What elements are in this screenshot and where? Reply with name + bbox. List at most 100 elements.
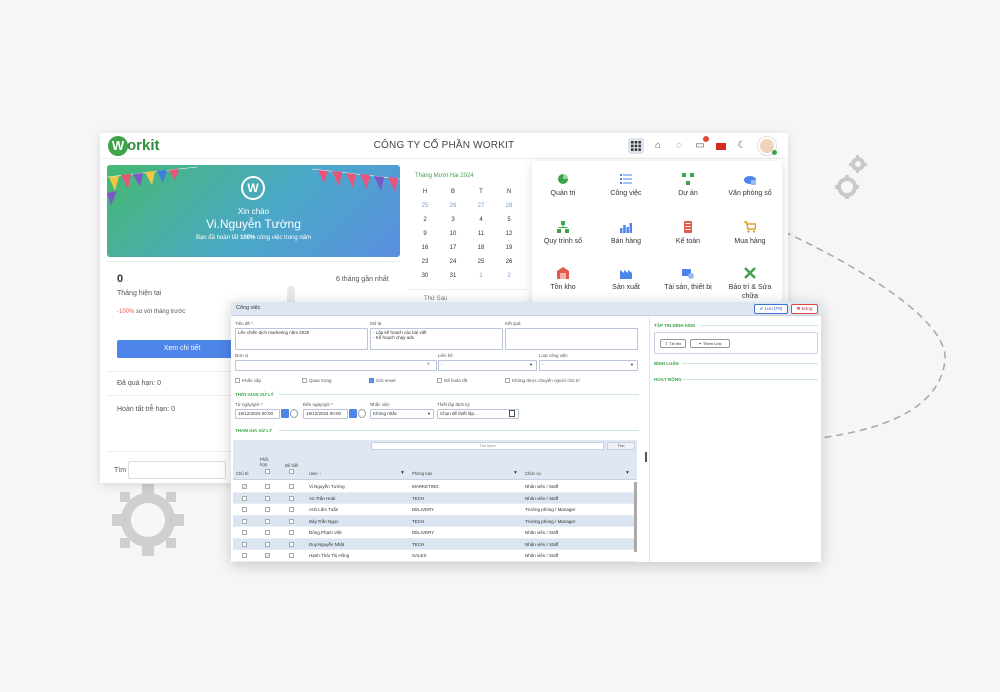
owner-checkbox[interactable]	[242, 530, 247, 535]
avatar[interactable]	[758, 137, 777, 155]
owner-checkbox[interactable]	[242, 495, 247, 501]
owner-checkbox[interactable]	[242, 507, 247, 512]
know-checkbox[interactable]	[289, 507, 294, 512]
coordinate-checkbox[interactable]	[265, 507, 270, 512]
know-checkbox[interactable]	[289, 484, 294, 489]
chat-icon[interactable]: ◌	[672, 139, 686, 153]
table-row[interactable]: ✓ Vi.Nguyễn Tường MARKETING Nhân viên / Sta…	[233, 481, 637, 493]
contact-select[interactable]: -	[438, 360, 537, 371]
clock-icon[interactable]	[290, 409, 298, 418]
add-link-button[interactable]: ⚭ Thêm Link	[690, 339, 730, 348]
urgent-checkbox[interactable]	[235, 378, 240, 383]
table-row[interactable]: An.Trần Hoài TECH Nhân viên / Staff	[233, 492, 637, 504]
title-field[interactable]: Lên chiến dịch marketing năm 2025	[235, 328, 368, 350]
app-production[interactable]: Sản xuất	[596, 267, 656, 292]
cal-day[interactable]: 17	[445, 245, 461, 251]
app-assets[interactable]: Tài sản, thiết bị	[658, 267, 718, 292]
filter-icon[interactable]: ▼	[625, 471, 630, 476]
cal-day[interactable]: 19	[501, 245, 517, 251]
view-detail-button[interactable]: Xem chi tiết	[117, 340, 247, 358]
cal-day[interactable]: 5	[501, 217, 517, 223]
app-purchase[interactable]: Mua hàng	[720, 221, 780, 246]
table-search-input[interactable]: Tìm kiếm	[371, 442, 604, 450]
owner-checkbox[interactable]	[242, 553, 247, 558]
app-accounting[interactable]: Kế toán	[658, 221, 718, 246]
owner-checkbox[interactable]	[242, 541, 247, 547]
language-flag-icon[interactable]	[714, 139, 728, 153]
know-checkbox[interactable]	[289, 553, 294, 558]
filter-icon[interactable]: ▼	[513, 471, 518, 476]
table-row[interactable]: Duy.Nguyễn Nhật TECH Nhân viên / Staff	[233, 538, 637, 550]
cal-day[interactable]: 3	[445, 217, 461, 223]
to-date-field[interactable]: 19/12/2024 00:00	[303, 409, 348, 419]
dark-mode-icon[interactable]: ☾	[735, 139, 749, 153]
calendar-icon[interactable]	[509, 410, 515, 417]
app-workflow[interactable]: Quy trình số	[533, 221, 593, 246]
table-row[interactable]: Bảy.Trần Ngọc TECH Trưởng phòng / Manager	[233, 515, 637, 527]
calendar-icon[interactable]	[349, 409, 357, 418]
filter-icon[interactable]: ▼	[400, 471, 405, 476]
coordinate-checkbox[interactable]	[265, 530, 270, 535]
unit-field[interactable]	[235, 360, 437, 371]
cal-day[interactable]: 28	[501, 203, 517, 209]
coordinate-checkbox[interactable]: ✓	[265, 553, 270, 558]
completed-checkbox[interactable]	[437, 378, 442, 383]
cal-day[interactable]: 30	[417, 273, 433, 279]
cal-day[interactable]: 2	[501, 273, 517, 279]
no-transfer-checkbox[interactable]	[505, 378, 510, 383]
from-date-field[interactable]: 19/12/2024 00:00	[235, 409, 280, 419]
pane-resize-handle[interactable]	[645, 452, 647, 462]
coordinate-checkbox[interactable]	[265, 541, 270, 547]
table-row[interactable]: Anh.Lâm Tuấn DELIVERY Trưởng phòng / Manag…	[233, 504, 637, 516]
app-sales[interactable]: Bán hàng	[596, 221, 656, 246]
app-admin[interactable]: Quản trị	[533, 173, 593, 198]
cal-day[interactable]: 31	[445, 273, 461, 279]
cal-day[interactable]: 12	[501, 231, 517, 237]
schedule-field[interactable]: Chọn để thiết lập...	[437, 409, 519, 419]
table-row[interactable]: Đông.Phạm Việt DELIVERY Nhân viên / Staff	[233, 527, 637, 539]
cal-day[interactable]: 26	[501, 259, 517, 265]
table-row[interactable]: ✓ Hạnh.Thái Thị Hồng SALES Nhân viên / Staf…	[233, 550, 637, 562]
cal-day[interactable]: 4	[473, 217, 489, 223]
task-type-select[interactable]: -	[539, 360, 638, 371]
result-field[interactable]	[505, 328, 638, 350]
col-user[interactable]: User ↑	[309, 471, 321, 476]
search-input[interactable]	[128, 461, 226, 479]
reminder-select[interactable]: Không nhắc	[370, 409, 434, 419]
cal-day[interactable]: 25	[417, 203, 433, 209]
close-button[interactable]: ✖ Đóng	[791, 304, 818, 314]
important-checkbox[interactable]	[302, 378, 307, 383]
cal-day[interactable]: 10	[445, 231, 461, 237]
search-icon[interactable]: ⌕	[427, 361, 430, 367]
send-email-checkbox[interactable]: ✓	[369, 378, 374, 383]
know-checkbox[interactable]	[289, 495, 294, 501]
description-field[interactable]: - Lập kế hoạch các bài viết - Kế hoạch ch…	[370, 328, 503, 350]
save-button[interactable]: ✔ Lưu (F8)	[754, 304, 788, 314]
table-find-button[interactable]: Tìm	[607, 442, 635, 450]
cal-day[interactable]: 16	[417, 245, 433, 251]
table-scrollbar[interactable]	[634, 482, 637, 552]
upload-button[interactable]: ⇪ Tải lên	[660, 339, 686, 348]
app-inventory[interactable]: Tồn kho	[533, 267, 593, 292]
apps-grid-icon[interactable]	[628, 138, 644, 154]
coord-all-checkbox[interactable]	[265, 469, 270, 474]
cal-day[interactable]: 27	[473, 203, 489, 209]
cal-day[interactable]: 25	[473, 259, 489, 265]
col-department[interactable]: Phòng ban	[412, 471, 432, 476]
clock-icon[interactable]	[358, 409, 366, 418]
app-office[interactable]: Văn phòng số	[720, 173, 780, 198]
cal-day[interactable]: 1	[473, 273, 489, 279]
know-all-checkbox[interactable]	[289, 469, 294, 474]
owner-checkbox[interactable]	[242, 518, 247, 524]
calendar-icon[interactable]	[281, 409, 289, 418]
cal-day[interactable]: 23	[417, 259, 433, 265]
know-checkbox[interactable]	[289, 518, 294, 524]
notification-icon[interactable]: ▭	[693, 136, 709, 153]
know-checkbox[interactable]	[289, 530, 294, 535]
cal-day[interactable]: 11	[473, 231, 489, 237]
cal-day[interactable]: 9	[417, 231, 433, 237]
col-role[interactable]: Chức vụ	[525, 471, 541, 476]
cal-day[interactable]: 26	[445, 203, 461, 209]
home-icon[interactable]: ⌂	[651, 139, 665, 153]
cal-day[interactable]: 24	[445, 259, 461, 265]
